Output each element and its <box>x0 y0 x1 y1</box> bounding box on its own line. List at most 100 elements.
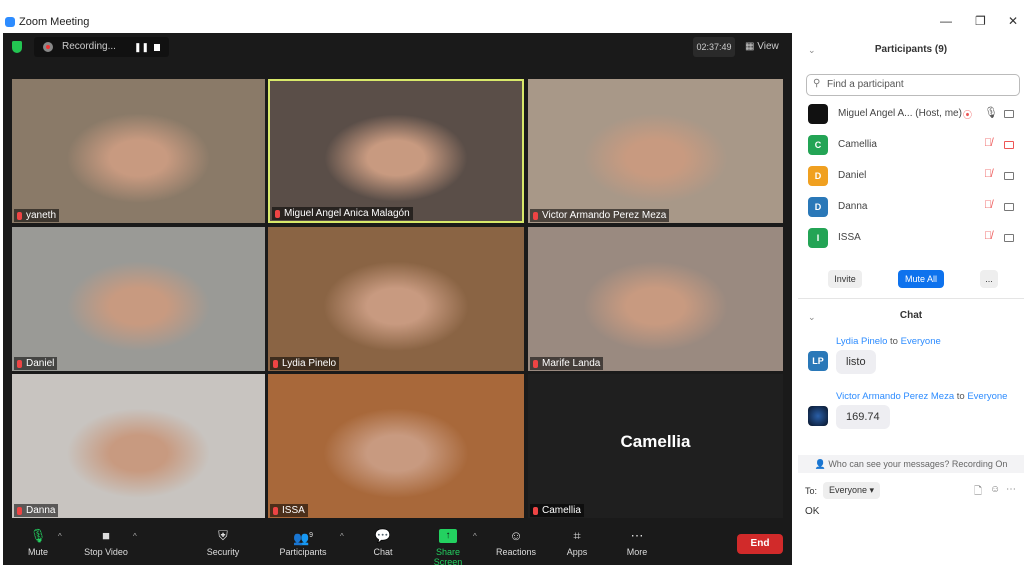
apps-icon: ⌗ <box>573 528 581 543</box>
recording-indicator: Recording... ❚❚ <box>34 37 169 57</box>
chat-visibility-notice[interactable]: 👤 Who can see your messages? Recording O… <box>798 455 1024 473</box>
mute-button[interactable]: 🎙 Mute <box>23 520 53 565</box>
participant-avatar <box>808 104 828 124</box>
close-button[interactable]: ✕ <box>1008 14 1018 28</box>
view-button[interactable]: ▦ View <box>745 37 785 57</box>
chat-message: 169.74 <box>836 405 890 429</box>
participant-row[interactable]: D Daniel 🎙̸ <box>798 164 1024 188</box>
chat-more-icon[interactable]: ⋯ <box>1006 484 1016 495</box>
video-tile[interactable]: yaneth <box>12 79 265 223</box>
video-tile[interactable]: Danna <box>12 374 265 518</box>
audio-options-caret[interactable]: ^ <box>58 532 62 541</box>
video-camera-icon[interactable] <box>1004 203 1014 211</box>
muted-microphone-icon[interactable]: 🎙̸ <box>984 199 992 211</box>
video-camera-icon[interactable] <box>1004 110 1014 118</box>
microphone-icon: 🎙 <box>29 528 47 543</box>
chat-input[interactable]: OK <box>805 506 1015 517</box>
muted-microphone-icon[interactable]: 🎙̸ <box>984 168 992 180</box>
share-screen-button[interactable]: ↑ Share Screen <box>421 520 475 567</box>
participant-avatar: I <box>808 228 828 248</box>
participant-row[interactable]: C Camellia 🎙̸ <box>798 133 1024 157</box>
participant-name-label: Lydia Pinelo <box>270 357 340 370</box>
participant-name-label: Daniel <box>14 357 58 370</box>
mute-label: Mute <box>27 547 48 557</box>
notice-text: Who can see your messages? Recording On <box>828 459 1008 469</box>
end-meeting-button[interactable]: End <box>737 534 783 554</box>
apps-button[interactable]: ⌗ Apps <box>563 520 591 565</box>
chat-label: Chat <box>373 547 393 557</box>
share-options-caret[interactable]: ^ <box>473 532 477 541</box>
stop-video-button[interactable]: ■ Stop Video <box>81 520 131 565</box>
meeting-toolbar: 🎙 Mute ^ ■ Stop Video ^ ⛨ Security 👥9 Partic… <box>3 520 792 567</box>
meeting-area: Recording... ❚❚ 02:37:49 ▦ View yaneth Mi… <box>3 33 792 567</box>
video-tile[interactable]: ISSA <box>268 374 524 518</box>
video-tile[interactable]: Miguel Angel Anica Malagón <box>268 79 524 223</box>
security-button[interactable]: ⛨ Security <box>203 520 243 565</box>
mute-all-button[interactable]: Mute All <box>898 270 944 288</box>
file-icon[interactable]: 🗋 <box>974 484 982 501</box>
video-tile[interactable]: Victor Armando Perez Meza <box>528 79 783 223</box>
sender-name[interactable]: Victor Armando Perez Meza <box>836 391 954 402</box>
sender-avatar: LP <box>808 351 828 371</box>
sender-name[interactable]: Lydia Pinelo <box>836 336 887 347</box>
stop-recording-button[interactable] <box>154 44 160 51</box>
emoji-icon[interactable]: ☺ <box>990 484 1000 495</box>
name: Daniel <box>838 170 867 181</box>
recipient-name[interactable]: Everyone <box>967 391 1007 402</box>
recipient-dropdown[interactable]: Everyone ▾ <box>823 482 881 499</box>
security-shield-icon[interactable] <box>12 41 22 53</box>
name: Danna <box>838 201 868 212</box>
chat-message-header: Victor Armando Perez Meza to Everyone <box>836 391 1007 402</box>
participants-options-caret[interactable]: ^ <box>340 532 344 541</box>
share-screen-label: Share Screen <box>433 547 463 567</box>
muted-microphone-icon[interactable]: 🎙̸ <box>984 137 992 149</box>
participant-name-label: ISSA <box>270 504 308 517</box>
participant-name: Daniel <box>838 170 866 181</box>
video-tile[interactable]: Lydia Pinelo <box>268 227 524 371</box>
participants-button[interactable]: 👥9 Participants <box>278 520 328 565</box>
participant-row[interactable]: D Danna 🎙̸ <box>798 195 1024 219</box>
video-tile[interactable]: Camellia Camellia <box>528 374 783 518</box>
muted-microphone-icon[interactable]: 🎙̸ <box>984 230 992 242</box>
share-screen-icon: ↑ <box>439 529 457 543</box>
apps-label: Apps <box>566 547 588 557</box>
side-panel: ⌄ Participants (9) Find a participant Mi… <box>798 33 1024 576</box>
participant-name-label: Camellia <box>530 504 584 517</box>
more-label: More <box>626 547 648 557</box>
video-tile[interactable]: Daniel <box>12 227 265 371</box>
video-tile[interactable]: Marife Landa <box>528 227 783 371</box>
chat-message: listo <box>836 350 876 374</box>
shield-icon: ⛨ <box>218 528 228 543</box>
recording-icon: ⦿ <box>963 110 973 120</box>
minimize-button[interactable]: — <box>940 14 952 28</box>
invite-button[interactable]: Invite <box>828 270 862 288</box>
smiley-plus-icon: ☺ <box>509 528 523 543</box>
restore-button[interactable]: ❐ <box>975 14 986 28</box>
participant-name: Danna <box>838 201 867 212</box>
reactions-label: Reactions <box>495 547 537 557</box>
reactions-button[interactable]: ☺ Reactions <box>495 520 537 565</box>
divider <box>798 298 1024 299</box>
participants-more-button[interactable]: ... <box>980 270 998 288</box>
participant-avatar: C <box>808 135 828 155</box>
video-camera-icon[interactable] <box>1004 234 1014 242</box>
video-off-icon[interactable] <box>1004 141 1014 149</box>
more-button[interactable]: ⋯ More <box>623 520 651 565</box>
pause-recording-button[interactable]: ❚❚ <box>134 42 149 53</box>
video-camera-icon: ■ <box>102 528 110 543</box>
participant-row[interactable]: I ISSA 🎙̸ <box>798 226 1024 250</box>
title-bar: Zoom Meeting — ❐ ✕ <box>0 12 1024 34</box>
window-title: Zoom Meeting <box>19 16 90 28</box>
video-options-caret[interactable]: ^ <box>133 532 137 541</box>
video-camera-icon[interactable] <box>1004 172 1014 180</box>
stop-video-label: Stop Video <box>84 547 128 557</box>
participants-icon: 👥9 <box>292 530 314 546</box>
participants-count: 9 <box>309 532 314 539</box>
participant-name-label: Marife Landa <box>530 357 604 370</box>
sender-avatar <box>808 406 828 426</box>
chat-button[interactable]: 💬 Chat <box>368 520 398 565</box>
participant-search-input[interactable]: Find a participant <box>806 74 1020 96</box>
microphone-icon[interactable]: 🎙 <box>984 106 998 119</box>
recipient-name[interactable]: Everyone <box>901 336 941 347</box>
participant-row[interactable]: Miguel Angel A... (Host, me) ⦿ 🎙 <box>798 102 1024 126</box>
